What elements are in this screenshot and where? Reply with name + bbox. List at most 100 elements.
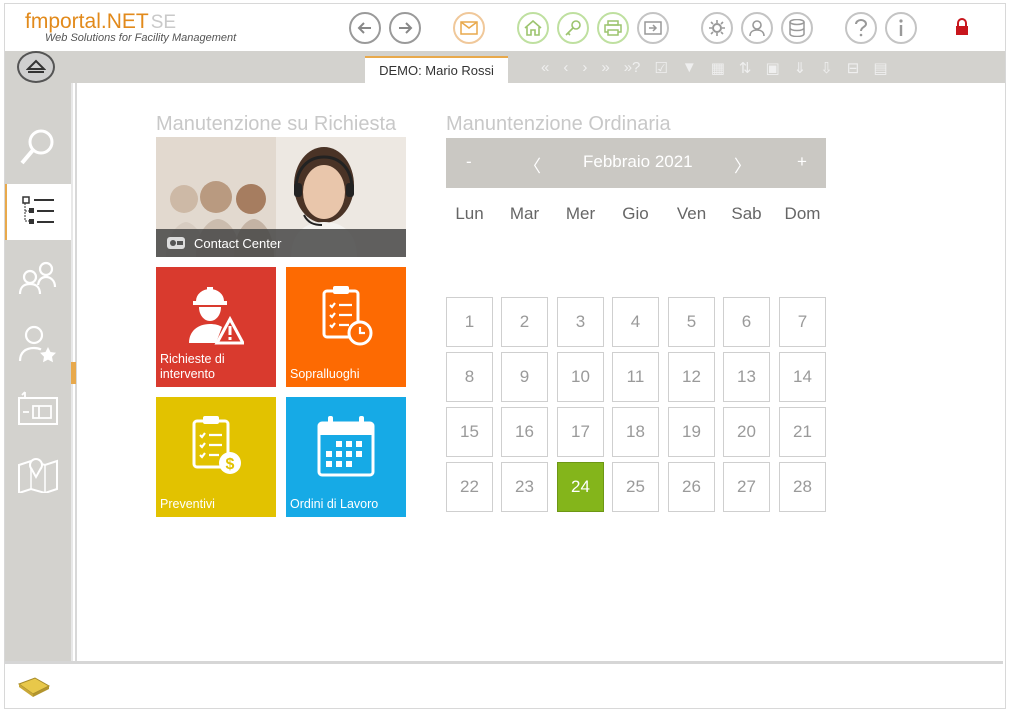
calendar-next-button[interactable]: 〉 xyxy=(734,152,751,177)
next-record-icon[interactable]: › xyxy=(582,59,587,77)
calendar-day[interactable]: 12 xyxy=(668,352,715,402)
svg-text:$: $ xyxy=(226,456,235,473)
export-icon[interactable] xyxy=(637,12,669,44)
user-star-icon[interactable] xyxy=(5,315,71,371)
settings-icon[interactable] xyxy=(701,12,733,44)
left-section-title: Manutenzione su Richiesta xyxy=(156,113,397,135)
calendar-prev-button[interactable]: 〈 xyxy=(524,152,541,177)
weekday-label: Ven xyxy=(676,204,707,223)
disk-icon[interactable]: ▤ xyxy=(873,59,887,77)
user-icon[interactable] xyxy=(741,12,773,44)
calendar-day[interactable]: 6 xyxy=(723,297,770,347)
calendar-day[interactable]: 1 xyxy=(446,297,493,347)
calendar-minus-button[interactable]: - xyxy=(466,152,472,172)
calendar-day[interactable]: 23 xyxy=(501,462,548,512)
tile-label: Sopralluoghi xyxy=(290,367,360,381)
calendar-day[interactable]: 13 xyxy=(723,352,770,402)
list-view-icon[interactable] xyxy=(5,184,71,240)
last-record-icon[interactable]: » xyxy=(601,59,609,77)
print-icon[interactable] xyxy=(597,12,629,44)
lock-icon[interactable] xyxy=(955,18,969,41)
mail-icon[interactable] xyxy=(453,12,485,44)
weekday-label: Lun xyxy=(455,204,484,223)
contact-center-bar: Contact Center xyxy=(156,229,406,257)
logo-main-text: fmportal.NET xyxy=(25,10,149,33)
tree-icon[interactable]: ⊟ xyxy=(847,59,860,77)
calendar-day[interactable]: 27 xyxy=(723,462,770,512)
logo-tagline: Web Solutions for Facility Management xyxy=(45,32,237,44)
info-icon[interactable] xyxy=(885,12,917,44)
app-logo: fmportal.NET SE Web Solutions for Facilit… xyxy=(25,10,236,44)
calendar-day[interactable]: 10 xyxy=(557,352,604,402)
logo-ghost-text: SE xyxy=(150,12,177,33)
record-nav-icons: « ‹ › » »? ☑ ▼ ▦ ⇅ ▣ ⇓ ⇩ ⊟ ▤ xyxy=(541,59,888,77)
clipboard-dollar-icon: $ xyxy=(156,415,276,477)
checklist-icon[interactable]: ☑ xyxy=(654,59,667,77)
calendar-day[interactable]: 15 xyxy=(446,407,493,457)
home-icon[interactable] xyxy=(517,12,549,44)
top-header: fmportal.NET SE Web Solutions for Facilit… xyxy=(5,4,1005,51)
grid-icon[interactable]: ▦ xyxy=(711,59,725,77)
app-window: fmportal.NET SE Web Solutions for Facilit… xyxy=(4,3,1006,709)
calendar-day-today[interactable]: 24 xyxy=(557,462,604,512)
calendar-day[interactable]: 21 xyxy=(779,407,826,457)
tile-sopralluoghi[interactable]: Sopralluoghi xyxy=(286,267,406,387)
calendar-day[interactable]: 9 xyxy=(501,352,548,402)
calendar-day[interactable]: 4 xyxy=(612,297,659,347)
bottom-divider xyxy=(5,661,1003,664)
calendar-grid-icon xyxy=(286,415,406,477)
key-icon[interactable] xyxy=(557,12,589,44)
calendar-day[interactable]: 18 xyxy=(612,407,659,457)
sort-icon[interactable]: ⇅ xyxy=(739,59,752,77)
calendar-day[interactable]: 16 xyxy=(501,407,548,457)
calendar-day[interactable]: 7 xyxy=(779,297,826,347)
collapse-up-icon[interactable] xyxy=(17,51,55,83)
calendar-day[interactable]: 14 xyxy=(779,352,826,402)
save-icon[interactable]: ▣ xyxy=(765,59,779,77)
tile-label: Ordini di Lavoro xyxy=(290,497,379,511)
tile-ordini-lavoro[interactable]: Ordini di Lavoro xyxy=(286,397,406,517)
prev-record-icon[interactable]: ‹ xyxy=(563,59,568,77)
calendar-day[interactable]: 19 xyxy=(668,407,715,457)
calendar-day[interactable]: 20 xyxy=(723,407,770,457)
blueprint-icon[interactable] xyxy=(5,380,71,436)
tile-preventivi[interactable]: $ Preventivi xyxy=(156,397,276,517)
calendar-day[interactable]: 3 xyxy=(557,297,604,347)
database-icon[interactable] xyxy=(781,12,813,44)
forward-icon[interactable] xyxy=(389,12,421,44)
calendar-day[interactable]: 5 xyxy=(668,297,715,347)
tile-label: Preventivi xyxy=(160,497,215,511)
tab-demo-user[interactable]: DEMO: Mario Rossi xyxy=(365,56,508,83)
contact-center-tile[interactable]: Contact Center xyxy=(156,137,406,257)
back-icon[interactable] xyxy=(349,12,381,44)
calendar-header: - 〈 Febbraio 2021 〉 + xyxy=(446,138,826,188)
search-icon[interactable] xyxy=(5,119,71,175)
goto-record-icon[interactable]: »? xyxy=(624,59,641,77)
weekday-label: Gio xyxy=(622,204,649,223)
filter-icon[interactable]: ▼ xyxy=(682,59,697,77)
tile-label: Richieste di intervento xyxy=(160,352,225,381)
users-group-icon[interactable] xyxy=(5,250,71,306)
right-section-title: Manuntenzione Ordinaria xyxy=(446,113,671,135)
calendar-plus-button[interactable]: + xyxy=(797,152,807,172)
calendar-day[interactable]: 22 xyxy=(446,462,493,512)
import-icon[interactable]: ⇓ xyxy=(794,59,807,77)
weekday-label: Dom xyxy=(784,204,821,223)
import-alt-icon[interactable]: ⇩ xyxy=(820,59,833,77)
calendar-day[interactable]: 17 xyxy=(557,407,604,457)
tile-richieste-intervento[interactable]: Richieste di intervento xyxy=(156,267,276,387)
left-sidebar xyxy=(5,83,71,661)
calendar-day[interactable]: 28 xyxy=(779,462,826,512)
help-icon[interactable] xyxy=(845,12,877,44)
map-pin-icon[interactable] xyxy=(5,445,71,501)
sidebar-toggle-handle[interactable] xyxy=(71,362,76,384)
calendar-day[interactable]: 25 xyxy=(612,462,659,512)
contact-center-label: Contact Center xyxy=(194,235,282,251)
first-record-icon[interactable]: « xyxy=(541,59,549,77)
calendar-month-label: Febbraio 2021 xyxy=(583,152,693,171)
calendar-day[interactable]: 2 xyxy=(501,297,548,347)
calendar-day[interactable]: 26 xyxy=(668,462,715,512)
calendar-day[interactable]: 8 xyxy=(446,352,493,402)
folder-open-icon[interactable] xyxy=(17,676,51,703)
calendar-day[interactable]: 11 xyxy=(612,352,659,402)
